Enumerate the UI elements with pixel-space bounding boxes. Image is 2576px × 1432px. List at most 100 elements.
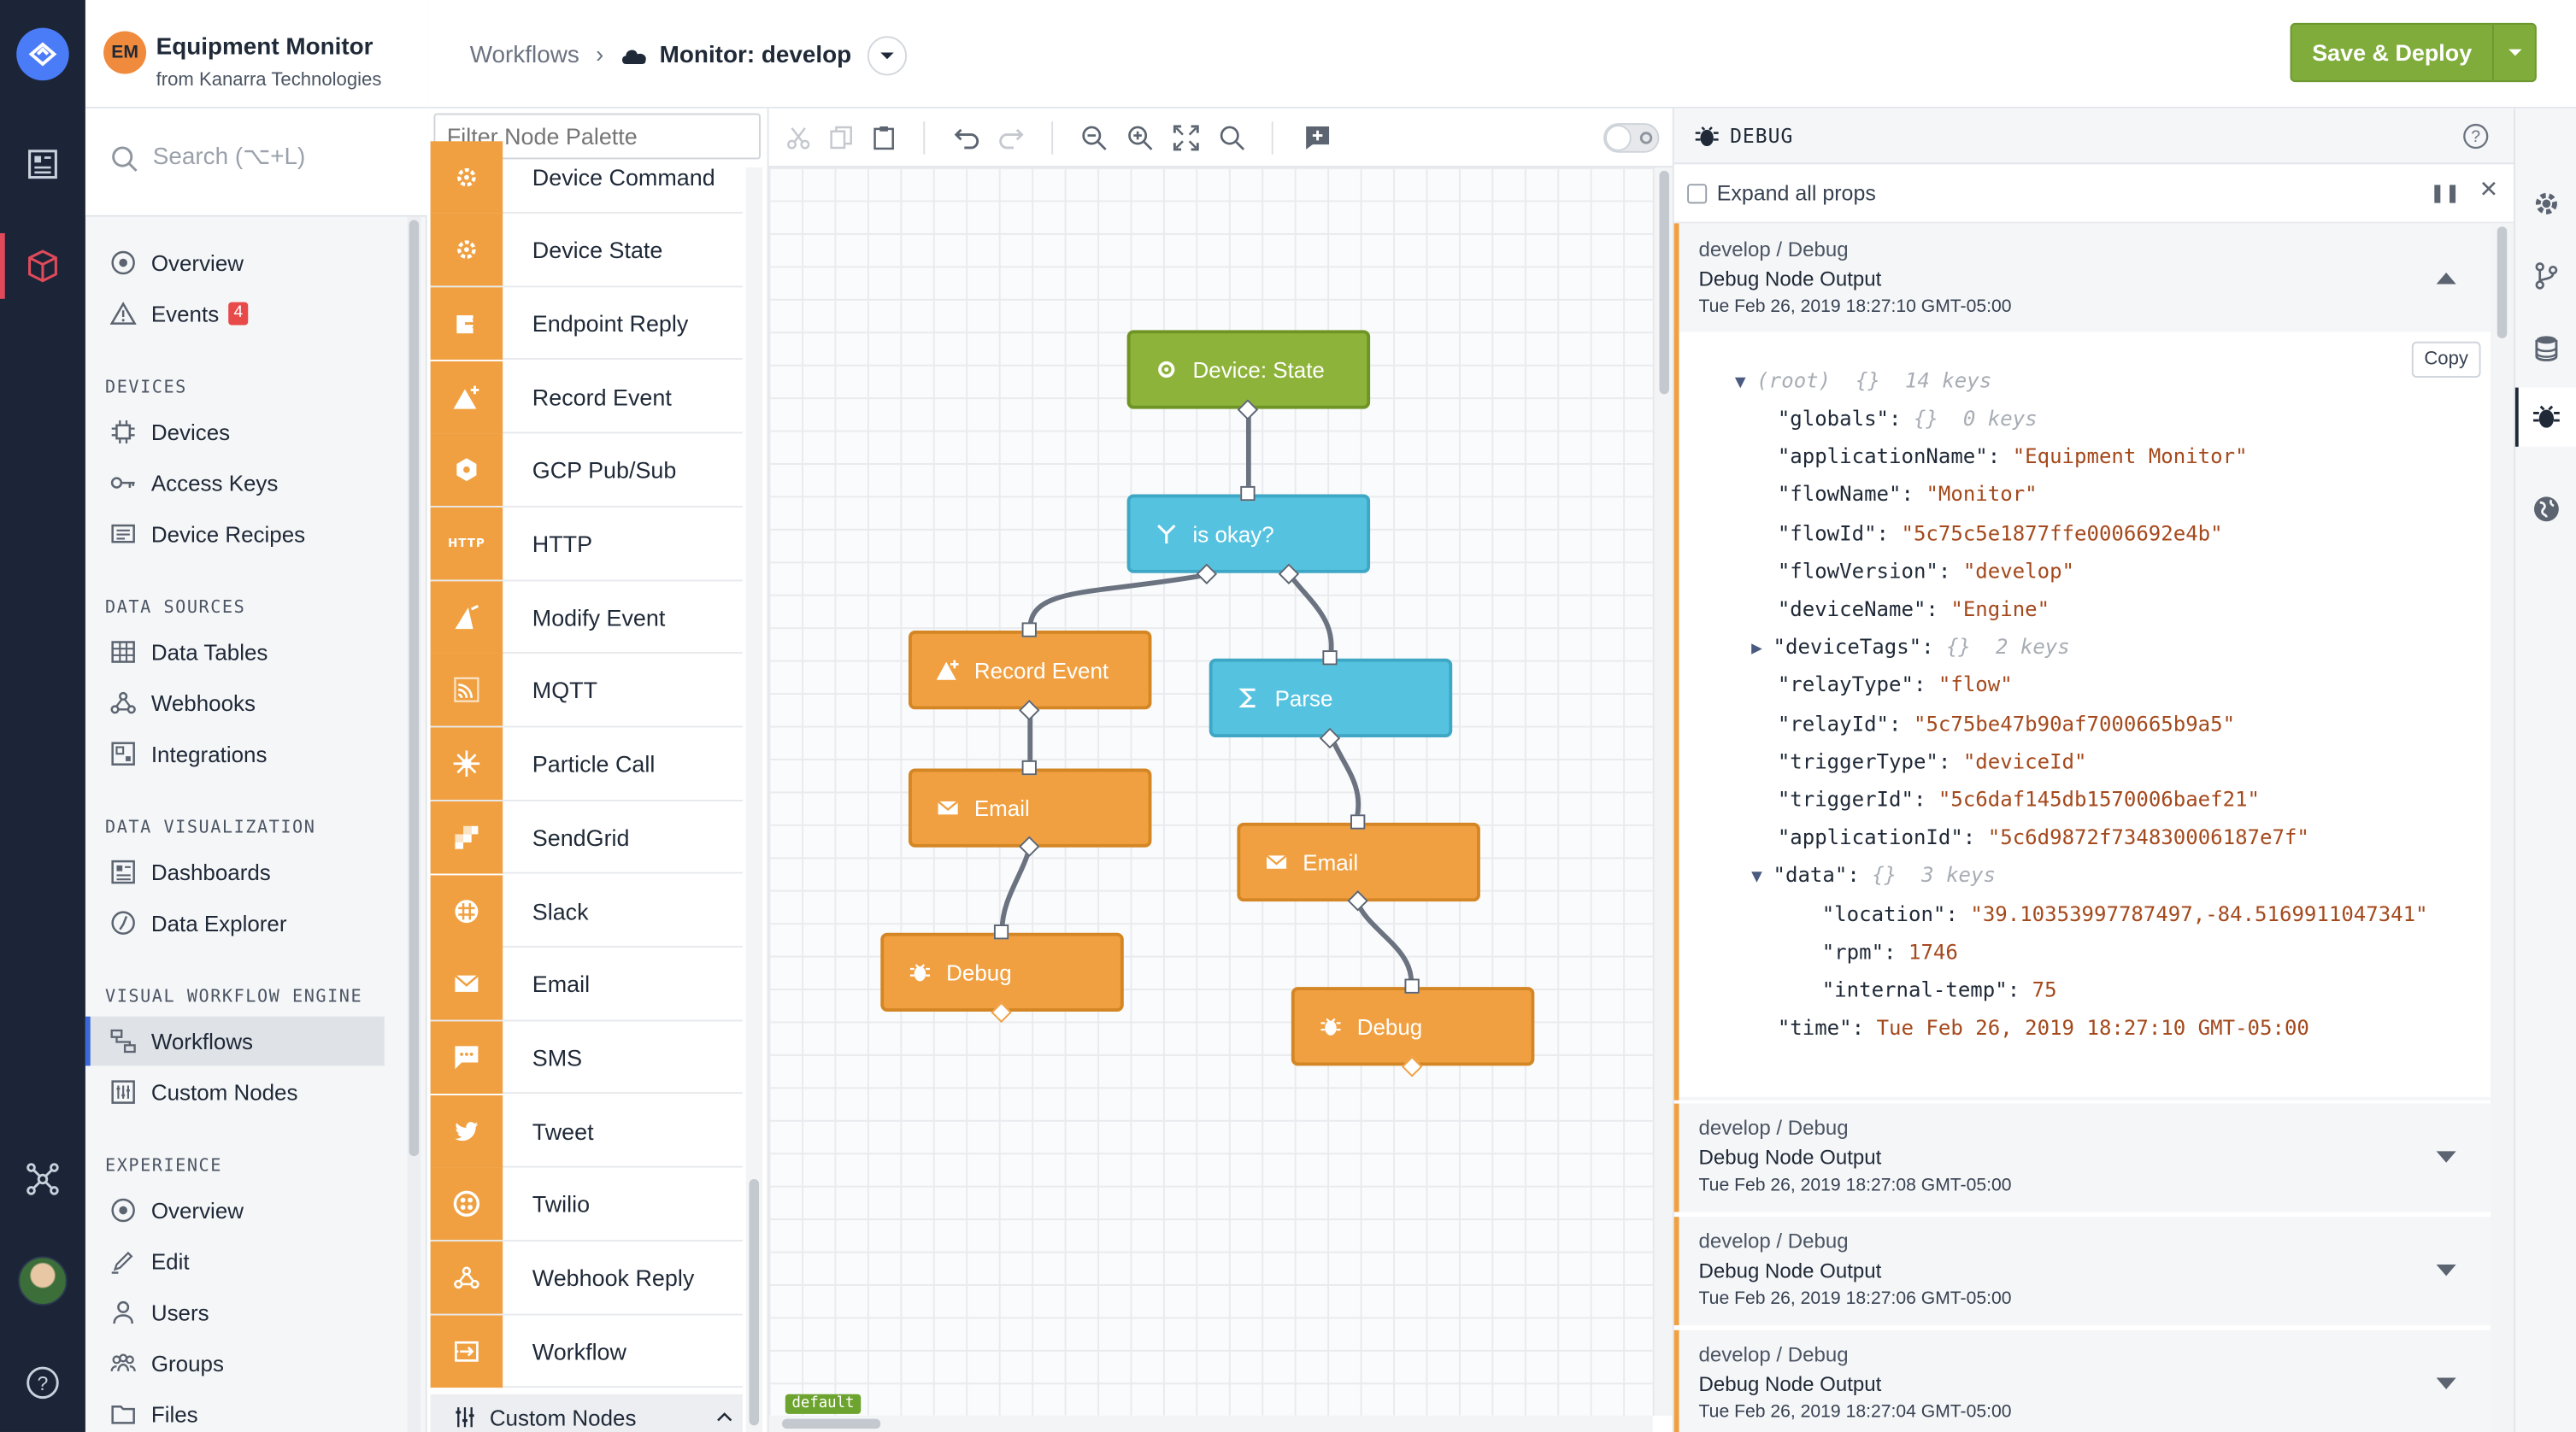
input-port[interactable] xyxy=(993,924,1009,940)
sidebar-item-device-recipes[interactable]: Device Recipes xyxy=(105,509,385,559)
wire[interactable] xyxy=(1328,734,1361,819)
sidebar-item-data-tables[interactable]: Data Tables xyxy=(105,627,385,677)
input-port[interactable] xyxy=(1240,485,1256,502)
palette-item-twilio[interactable]: Twilio xyxy=(430,1168,743,1241)
workflow-node-record-event[interactable]: Record Event xyxy=(908,631,1152,710)
canvas-vertical-scrollbar[interactable] xyxy=(1652,167,1673,1416)
sidebar-item-groups[interactable]: Groups xyxy=(105,1338,385,1388)
zoom-in-icon[interactable] xyxy=(1124,121,1156,154)
version-dropdown-button[interactable] xyxy=(867,36,908,76)
copy-icon[interactable] xyxy=(825,121,857,154)
sidebar-item-edit[interactable]: Edit xyxy=(105,1236,385,1286)
palette-item-tweet[interactable]: Tweet xyxy=(430,1095,743,1168)
json-root-row[interactable]: ▼ (root) {} 14 keys xyxy=(1735,368,1991,393)
storage-icon[interactable] xyxy=(2530,332,2562,364)
losant-logo[interactable] xyxy=(16,27,69,81)
debug-message[interactable]: develop / Debug Debug Node Output Tue Fe… xyxy=(1673,1103,2491,1212)
palette-item-endpoint-reply[interactable]: Endpoint Reply xyxy=(430,287,743,361)
canvas-horizontal-scrollbar[interactable] xyxy=(768,1415,1653,1432)
help-icon[interactable]: ? xyxy=(23,1363,62,1402)
sidebar-item-files[interactable]: Files xyxy=(105,1389,385,1432)
sidebar-item-events[interactable]: Events 4 xyxy=(105,289,385,338)
workflow-node-email[interactable]: Email xyxy=(1237,822,1480,902)
search-field[interactable]: Search (⌥+L) xyxy=(85,108,427,217)
custom-nodes-section-header[interactable]: Custom Nodes xyxy=(430,1394,743,1432)
cut-icon[interactable] xyxy=(782,121,815,154)
palette-item-gcp-pub-sub[interactable]: GCP Pub/Sub xyxy=(430,433,743,508)
copy-button[interactable]: Copy xyxy=(2411,341,2481,379)
palette-item-particle-call[interactable]: Particle Call xyxy=(430,727,743,801)
workflow-node-email[interactable]: Email xyxy=(908,768,1152,848)
workflow-node-is-okay[interactable]: is okay? xyxy=(1126,494,1371,573)
json-row[interactable]: ▶ "deviceTags": {} 2 keys xyxy=(1751,634,2070,659)
workflow-canvas[interactable]: Device: State is okay? Record Event Pars… xyxy=(768,167,1653,1416)
sidebar-item-data-explorer[interactable]: Data Explorer xyxy=(105,898,385,948)
debug-message[interactable]: develop / Debug Debug Node Output Tue Fe… xyxy=(1673,1217,2491,1326)
fit-screen-icon[interactable] xyxy=(1170,121,1203,154)
clear-icon[interactable]: ✕ xyxy=(2479,178,2499,204)
palette-item-webhook-reply[interactable]: Webhook Reply xyxy=(430,1241,743,1315)
cube-icon[interactable] xyxy=(23,246,62,285)
palette-item-workflow[interactable]: Workflow xyxy=(430,1314,743,1388)
sidebar-item-integrations[interactable]: Integrations xyxy=(105,729,385,778)
deploy-options-button[interactable] xyxy=(2491,24,2535,81)
input-port[interactable] xyxy=(1021,622,1037,637)
input-port[interactable] xyxy=(1404,978,1420,994)
palette-item-modify-event[interactable]: Modify Event xyxy=(430,580,743,654)
save-deploy-button[interactable]: Save & Deploy xyxy=(2291,25,2492,80)
sidebar-item-overview[interactable]: Overview xyxy=(105,238,385,288)
network-icon[interactable] xyxy=(23,1159,62,1199)
dashboard-icon[interactable] xyxy=(23,144,62,184)
json-row[interactable]: ▼ "data": {} 3 keys xyxy=(1751,863,1996,888)
expand-caret-icon[interactable]: ▶ xyxy=(1751,637,1773,659)
sidebar-item-devices[interactable]: Devices xyxy=(105,408,385,457)
workflow-node-debug[interactable]: Debug xyxy=(1291,987,1535,1066)
workflow-node-device-state[interactable]: Device: State xyxy=(1126,330,1371,409)
wire[interactable] xyxy=(1027,572,1209,628)
app-badge[interactable]: EM xyxy=(103,31,147,74)
chevron-down-icon[interactable] xyxy=(2435,1263,2458,1279)
sidebar-item-access-keys[interactable]: Access Keys xyxy=(105,458,385,508)
palette-item-record-event[interactable]: Record Event xyxy=(430,361,743,434)
workflow-node-parse[interactable]: Parse xyxy=(1209,658,1453,737)
sidebar-item-workflows[interactable]: Workflows xyxy=(85,1016,385,1066)
expand-caret-icon[interactable]: ▼ xyxy=(1735,371,1756,392)
redo-icon[interactable] xyxy=(996,121,1028,154)
undo-icon[interactable] xyxy=(950,121,982,154)
zoom-out-icon[interactable] xyxy=(1078,121,1110,154)
branch-icon[interactable] xyxy=(2530,260,2562,292)
expand-all-label[interactable]: Expand all props xyxy=(1717,180,1876,205)
palette-item-device-command[interactable]: Device Command xyxy=(430,140,743,214)
palette-item-sendgrid[interactable]: SendGrid xyxy=(430,801,743,875)
paste-icon[interactable] xyxy=(867,121,900,154)
palette-scrollbar[interactable] xyxy=(745,167,762,1432)
input-port[interactable] xyxy=(1322,650,1338,666)
chevron-down-icon[interactable] xyxy=(2435,1149,2458,1165)
input-port[interactable] xyxy=(1350,814,1366,830)
settings-gear-icon[interactable] xyxy=(2530,187,2562,220)
breadcrumb-workflows[interactable]: Workflows xyxy=(470,43,579,69)
debug-scrollbar[interactable] xyxy=(2491,223,2514,1432)
app-title[interactable]: Equipment Monitor xyxy=(156,34,373,61)
help-icon[interactable]: ? xyxy=(2462,123,2489,150)
sidebar-item-webhooks[interactable]: Webhooks xyxy=(105,678,385,728)
palette-item-slack[interactable]: Slack xyxy=(430,874,743,948)
workflow-node-debug[interactable]: Debug xyxy=(880,932,1124,1012)
sidebar-item-custom-nodes[interactable]: Custom Nodes xyxy=(105,1067,385,1117)
add-comment-icon[interactable] xyxy=(1301,121,1333,154)
wire[interactable] xyxy=(999,845,1033,930)
zoom-reset-icon[interactable] xyxy=(1215,121,1248,154)
expand-all-checkbox[interactable] xyxy=(1687,184,1708,204)
chevron-up-icon[interactable] xyxy=(2435,269,2458,285)
palette-item-mqtt[interactable]: MQTT xyxy=(430,654,743,728)
wire[interactable] xyxy=(1287,572,1334,656)
debug-toggle[interactable] xyxy=(1603,123,1660,153)
debug-message[interactable]: develop / Debug Debug Node Output Tue Fe… xyxy=(1673,1329,2491,1432)
input-port[interactable] xyxy=(1021,760,1037,776)
palette-item-device-state[interactable]: Device State xyxy=(430,214,743,287)
pause-icon[interactable]: ❚❚ xyxy=(2430,182,2460,203)
palette-item-http[interactable]: HTTP HTTP xyxy=(430,507,743,581)
wire[interactable] xyxy=(1355,901,1414,984)
palette-item-sms[interactable]: SMS xyxy=(430,1021,743,1095)
palette-item-email[interactable]: Email xyxy=(430,948,743,1021)
